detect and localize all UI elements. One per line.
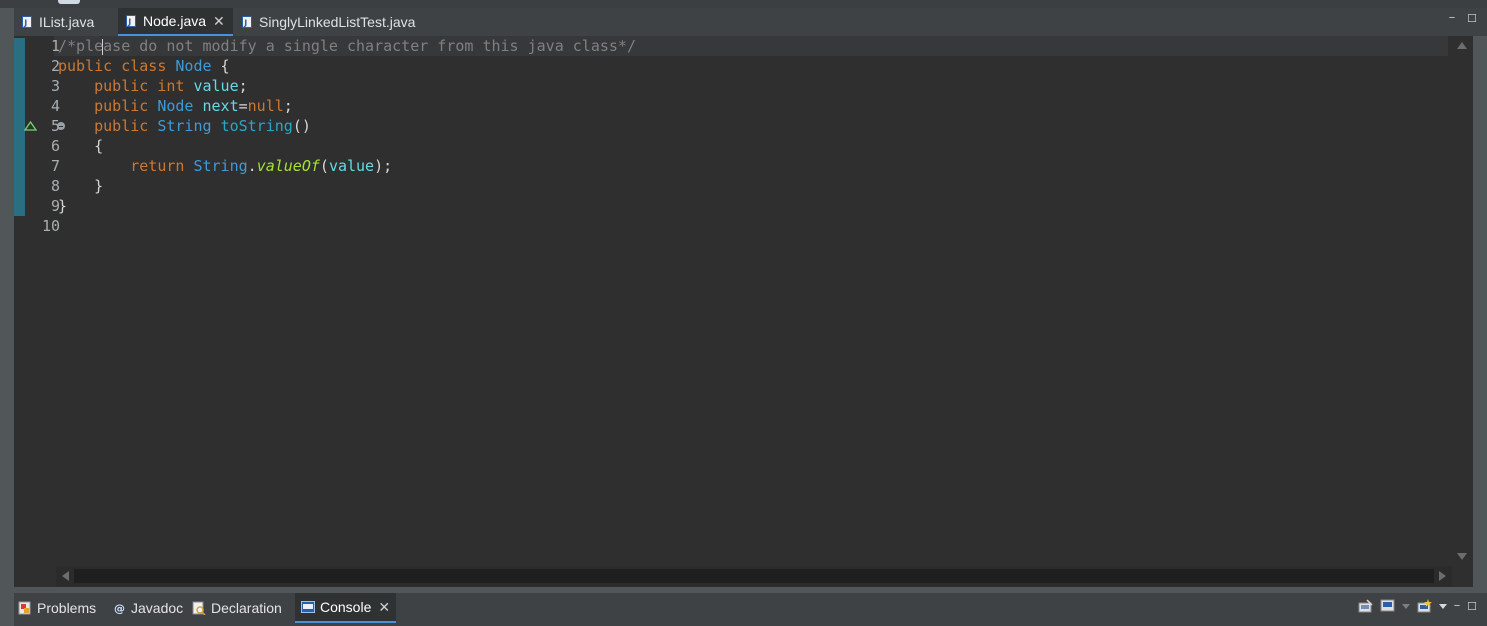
line-number: 8 [50, 177, 60, 195]
code-line-5: public String toString() [58, 116, 311, 136]
line-number: 2 [50, 57, 60, 75]
tab-label: Console [320, 599, 372, 615]
minimize-icon[interactable]: − [1449, 12, 1455, 25]
open-console-icon[interactable] [1417, 599, 1432, 613]
editor-tab-bar: J IList.java J Node.java ✕ J SinglyLinke… [14, 8, 1487, 36]
keyword: public [94, 117, 149, 135]
tab-node[interactable]: J Node.java ✕ [118, 8, 233, 36]
code-line-4: public Node next=null; [58, 96, 293, 116]
punctuation: ; [283, 97, 293, 115]
scroll-left-arrow-icon[interactable] [62, 571, 69, 581]
clear-console-icon[interactable] [1358, 599, 1373, 613]
static-method-name: valueOf [256, 157, 320, 175]
punctuation: . [247, 157, 257, 175]
type-name: String [157, 117, 212, 135]
line-number: 6 [50, 137, 60, 155]
bottom-tab-bar: Problems @ Javadoc Declaration Console ✕ [14, 593, 1487, 626]
java-file-icon: J [242, 16, 252, 28]
tab-javadoc[interactable]: @ Javadoc [112, 593, 183, 623]
code-line-3: public int value; [58, 76, 248, 96]
display-console-icon[interactable] [1380, 599, 1395, 613]
method-name: toString [220, 117, 293, 135]
maximize-icon[interactable]: ☐ [1467, 600, 1477, 613]
scroll-down-arrow-icon[interactable] [1457, 553, 1467, 560]
type-name: Node [157, 97, 194, 115]
tab-declaration[interactable]: Declaration [192, 593, 282, 623]
tab-label: Javadoc [131, 600, 184, 616]
console-toolbar: − ☐ [1358, 599, 1477, 613]
svg-text:@: @ [114, 602, 125, 614]
keyword: return [130, 157, 185, 175]
console-icon [301, 600, 315, 614]
punctuation: } [58, 197, 68, 215]
perspective-chip[interactable] [58, 0, 80, 4]
tab-label: Declaration [211, 600, 282, 616]
code-line-7: return String.valueOf(value); [58, 156, 392, 176]
punctuation: ); [374, 157, 393, 175]
tab-label: Node.java [143, 13, 207, 29]
line-number: 9 [50, 197, 60, 215]
code-line-2: public class Node { [58, 56, 230, 76]
code-line-9: } [58, 196, 67, 216]
line-number: 1 [50, 37, 60, 55]
line-number: 10 [41, 217, 60, 235]
declaration-icon [192, 601, 206, 615]
keyword: public [58, 57, 113, 75]
line-number: 4 [50, 97, 60, 115]
field-name: value [193, 77, 239, 95]
operator: = [238, 97, 248, 115]
punctuation: } [94, 177, 104, 195]
keyword: public [94, 97, 149, 115]
override-marker-icon[interactable] [23, 118, 38, 136]
code-text[interactable]: /*please do not modify a single characte… [58, 36, 1448, 566]
chevron-down-icon[interactable] [1401, 603, 1410, 609]
keyword: public [94, 77, 149, 95]
java-file-icon: J [126, 15, 136, 27]
tab-ilist[interactable]: J IList.java [20, 8, 118, 36]
scroll-up-arrow-icon[interactable] [1457, 42, 1467, 49]
editor-window-controls: − ☐ [1449, 12, 1477, 25]
tab-label: Problems [37, 600, 97, 616]
tab-label: IList.java [39, 14, 95, 30]
tab-label: SinglyLinkedListTest.java [259, 14, 416, 30]
close-icon[interactable]: ✕ [378, 600, 390, 614]
class-name: Node [175, 57, 212, 75]
close-icon[interactable]: ✕ [213, 14, 225, 28]
svg-text:J: J [127, 18, 131, 27]
tab-problems[interactable]: Problems [18, 593, 96, 623]
code-line-1: /*please do not modify a single characte… [58, 36, 636, 56]
scroll-right-arrow-icon[interactable] [1439, 571, 1446, 581]
punctuation: () [292, 117, 311, 135]
field-name: next [202, 97, 239, 115]
comment: /*please do not modify a single characte… [58, 37, 636, 55]
javadoc-icon: @ [112, 601, 126, 615]
punctuation: ; [238, 77, 248, 95]
svg-text:J: J [23, 19, 27, 28]
keyword: class [121, 57, 167, 75]
keyword: int [157, 77, 185, 95]
punctuation: ( [319, 157, 329, 175]
punctuation: { [94, 137, 104, 155]
problems-icon [18, 601, 32, 615]
tab-singlylinkedlisttest[interactable]: J SinglyLinkedListTest.java [236, 8, 426, 36]
null-literal: null [247, 97, 284, 115]
chevron-down-icon[interactable] [1438, 603, 1447, 609]
minimize-icon[interactable]: − [1454, 600, 1460, 612]
java-file-icon: J [22, 16, 32, 28]
field-name: value [328, 157, 375, 175]
line-number: 3 [50, 77, 60, 95]
code-line-6: { [58, 136, 103, 156]
type-name: String [193, 157, 248, 175]
svg-text:J: J [243, 19, 247, 28]
tab-console[interactable]: Console ✕ [295, 593, 397, 623]
maximize-icon[interactable]: ☐ [1467, 12, 1477, 25]
code-editor[interactable]: 1 2 3 4 5 6 7 8 9 10 /*please do not mod… [14, 36, 1473, 587]
scrollbar-track[interactable] [74, 569, 1434, 583]
line-number: 7 [50, 157, 60, 175]
code-line-8: } [58, 176, 103, 196]
vertical-scrollbar[interactable] [1452, 36, 1473, 566]
horizontal-scrollbar[interactable] [56, 566, 1452, 586]
window-top-strip [0, 0, 1487, 8]
punctuation: { [211, 57, 230, 75]
